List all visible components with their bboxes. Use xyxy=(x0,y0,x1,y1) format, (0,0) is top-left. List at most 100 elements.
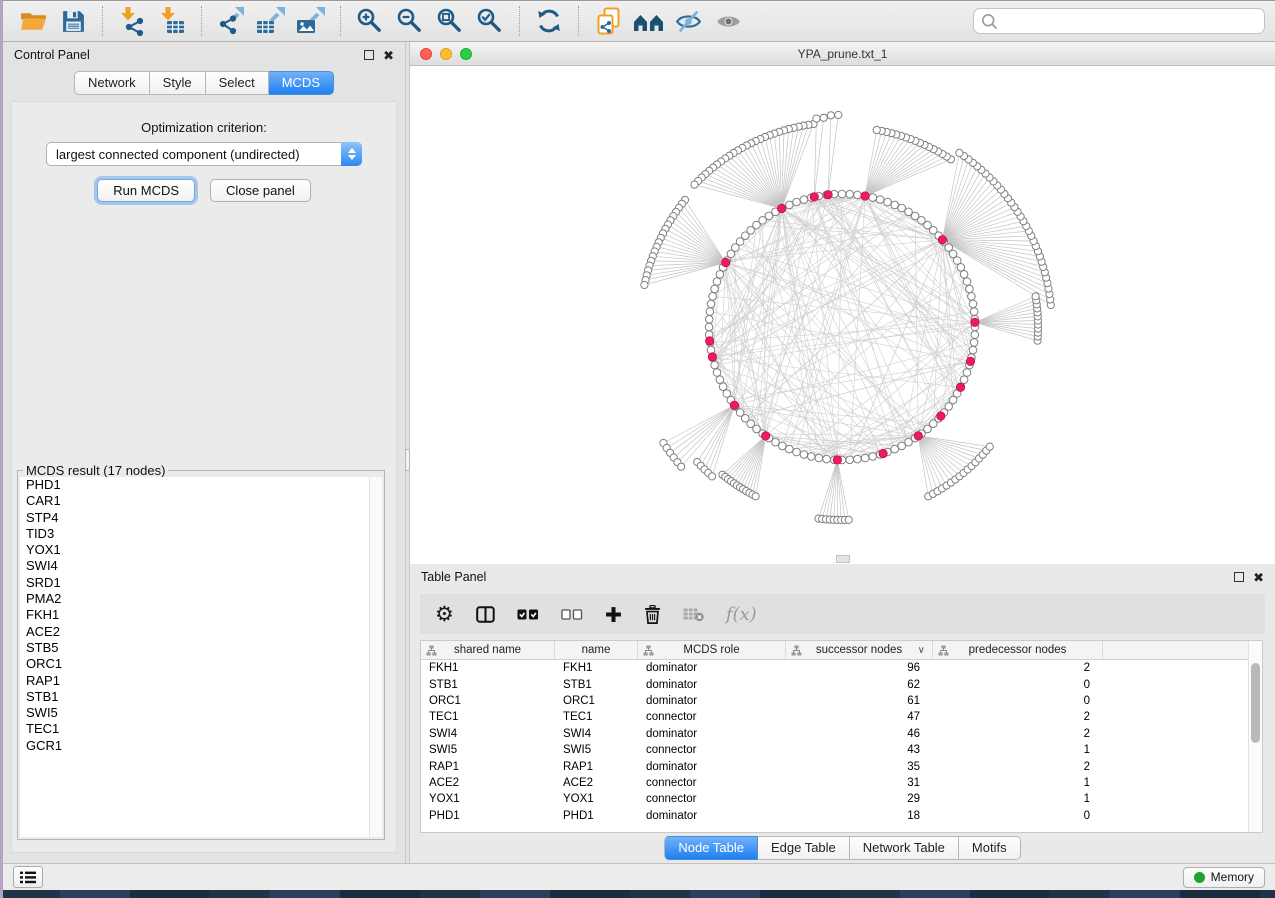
delete-table-icon xyxy=(683,607,704,622)
column-header-name[interactable]: name xyxy=(555,641,638,659)
tab-style[interactable]: Style xyxy=(150,71,206,95)
mcds-result-list[interactable]: PHD1CAR1STP4TID3YOX1SWI4SRD1PMA2FKH1ACE2… xyxy=(20,477,382,837)
table-row[interactable]: SWI4SWI4dominator462 xyxy=(421,726,1248,742)
shared-column-icon xyxy=(791,645,802,656)
import-network-button[interactable] xyxy=(112,4,152,38)
table-row[interactable]: STB1STB1dominator620 xyxy=(421,676,1248,692)
deselect-all-button[interactable] xyxy=(561,608,583,621)
open-session-button[interactable] xyxy=(13,4,53,38)
mcds-list-scrollbar[interactable] xyxy=(369,477,382,837)
table-row[interactable]: RAP1RAP1dominator352 xyxy=(421,758,1248,774)
table-row[interactable]: TEC1TEC1connector472 xyxy=(421,709,1248,725)
delete-column-button[interactable] xyxy=(644,605,661,624)
network-canvas[interactable] xyxy=(410,66,1275,564)
search-input[interactable] xyxy=(998,14,1257,29)
apply-layout-button[interactable] xyxy=(529,4,569,38)
table-row[interactable]: PHD1PHD1dominator180 xyxy=(421,808,1248,824)
mcds-result-item[interactable]: TID3 xyxy=(20,526,382,542)
first-neighbors-button[interactable] xyxy=(628,4,668,38)
mcds-result-item[interactable]: ACE2 xyxy=(20,624,382,640)
mcds-result-item[interactable]: GCR1 xyxy=(20,738,382,754)
mcds-result-item[interactable]: SWI5 xyxy=(20,705,382,721)
tab-select[interactable]: Select xyxy=(206,71,269,95)
criterion-dropdown[interactable]: largest connected component (undirected) xyxy=(46,142,362,166)
mcds-result-item[interactable]: ORC1 xyxy=(20,656,382,672)
save-floppy-icon xyxy=(61,9,86,34)
cell-mcds-role: dominator xyxy=(638,679,786,691)
mcds-result-item[interactable]: FKH1 xyxy=(20,607,382,623)
task-list-icon xyxy=(20,871,36,884)
tab-motifs[interactable]: Motifs xyxy=(959,836,1021,860)
mcds-result-group: MCDS result (17 nodes) PHD1CAR1STP4TID3Y… xyxy=(17,470,385,840)
toolbar-separator xyxy=(519,6,520,36)
table-scrollbar-thumb[interactable] xyxy=(1251,663,1260,743)
mcds-result-item[interactable]: SWI4 xyxy=(20,558,382,574)
cell-successor-nodes: 31 xyxy=(786,777,933,789)
tab-edge-table[interactable]: Edge Table xyxy=(758,836,850,860)
mcds-result-item[interactable]: STP4 xyxy=(20,510,382,526)
zoom-out-button[interactable] xyxy=(390,4,430,38)
table-row[interactable]: YOX1YOX1connector291 xyxy=(421,791,1248,807)
float-panel-icon[interactable] xyxy=(1234,572,1244,582)
network-window-titlebar[interactable]: YPA_prune.txt_1 xyxy=(410,42,1275,66)
mcds-result-item[interactable]: PMA2 xyxy=(20,591,382,607)
zoom-selected-button[interactable] xyxy=(470,4,510,38)
memory-button[interactable]: Memory xyxy=(1183,867,1265,888)
cell-successor-nodes: 35 xyxy=(786,761,933,773)
mcds-result-item[interactable]: YOX1 xyxy=(20,542,382,558)
run-mcds-button[interactable]: Run MCDS xyxy=(97,179,195,202)
mcds-result-item[interactable]: TEC1 xyxy=(20,721,382,737)
function-builder-button: f(x) xyxy=(726,604,757,625)
table-row[interactable]: ORC1ORC1dominator610 xyxy=(421,693,1248,709)
horizontal-splitter-handle[interactable] xyxy=(836,555,850,563)
mcds-result-item[interactable]: PHD1 xyxy=(20,477,382,493)
cell-predecessor-nodes: 2 xyxy=(933,728,1103,740)
mcds-result-item[interactable]: RAP1 xyxy=(20,673,382,689)
tab-network-table[interactable]: Network Table xyxy=(850,836,959,860)
cell-shared-name: RAP1 xyxy=(421,761,555,773)
table-panel-header: Table Panel ✖ xyxy=(410,564,1275,590)
table-row[interactable]: ACE2ACE2connector311 xyxy=(421,775,1248,791)
table-scrollbar[interactable] xyxy=(1248,641,1262,832)
float-panel-icon[interactable] xyxy=(364,50,374,60)
column-header-shared-name[interactable]: shared name xyxy=(421,641,555,659)
close-panel-button[interactable]: Close panel xyxy=(210,179,311,202)
table-row[interactable]: FKH1FKH1dominator962 xyxy=(421,660,1248,676)
mcds-result-item[interactable]: STB1 xyxy=(20,689,382,705)
mcds-result-item[interactable]: STB5 xyxy=(20,640,382,656)
mcds-result-item[interactable]: CAR1 xyxy=(20,493,382,509)
show-columns-button[interactable] xyxy=(476,606,495,623)
table-row[interactable]: SWI5SWI5connector431 xyxy=(421,742,1248,758)
add-column-button[interactable] xyxy=(605,606,622,623)
export-network-button[interactable] xyxy=(211,4,251,38)
network-graph[interactable] xyxy=(410,66,1275,563)
zoom-fit-button[interactable] xyxy=(430,4,470,38)
import-table-button[interactable] xyxy=(152,4,192,38)
cytoscape-window: Control Panel ✖ NetworkStyleSelectMCDS O… xyxy=(3,0,1275,890)
mcds-result-title: MCDS result (17 nodes) xyxy=(23,463,168,478)
table-settings-button[interactable]: ⚙ xyxy=(435,604,454,625)
save-session-button[interactable] xyxy=(53,4,93,38)
export-table-button[interactable] xyxy=(251,4,291,38)
search-field[interactable] xyxy=(973,8,1265,34)
task-history-button[interactable] xyxy=(13,866,43,888)
eye-slash-icon xyxy=(675,10,702,33)
network-file-button[interactable] xyxy=(588,4,628,38)
column-header-predecessor-nodes[interactable]: predecessor nodes xyxy=(933,641,1103,659)
column-header-successor-nodes[interactable]: successor nodes∨ xyxy=(786,641,933,659)
tab-network[interactable]: Network xyxy=(74,71,150,95)
select-all-button[interactable] xyxy=(517,608,539,621)
tab-node-table[interactable]: Node Table xyxy=(664,836,758,860)
toolbar-separator xyxy=(340,6,341,36)
column-header-mcds-role[interactable]: MCDS role xyxy=(638,641,786,659)
close-panel-icon[interactable]: ✖ xyxy=(1253,571,1264,584)
hide-selected-button[interactable] xyxy=(668,4,708,38)
column-header-filler xyxy=(1103,641,1248,659)
mcds-result-item[interactable]: SRD1 xyxy=(20,575,382,591)
show-all-button[interactable] xyxy=(708,4,748,38)
export-image-button[interactable] xyxy=(291,4,331,38)
zoom-in-button[interactable] xyxy=(350,4,390,38)
close-panel-icon[interactable]: ✖ xyxy=(383,49,394,62)
table-panel: Table Panel ✖ ⚙ xyxy=(410,564,1275,863)
tab-mcds[interactable]: MCDS xyxy=(269,71,334,95)
